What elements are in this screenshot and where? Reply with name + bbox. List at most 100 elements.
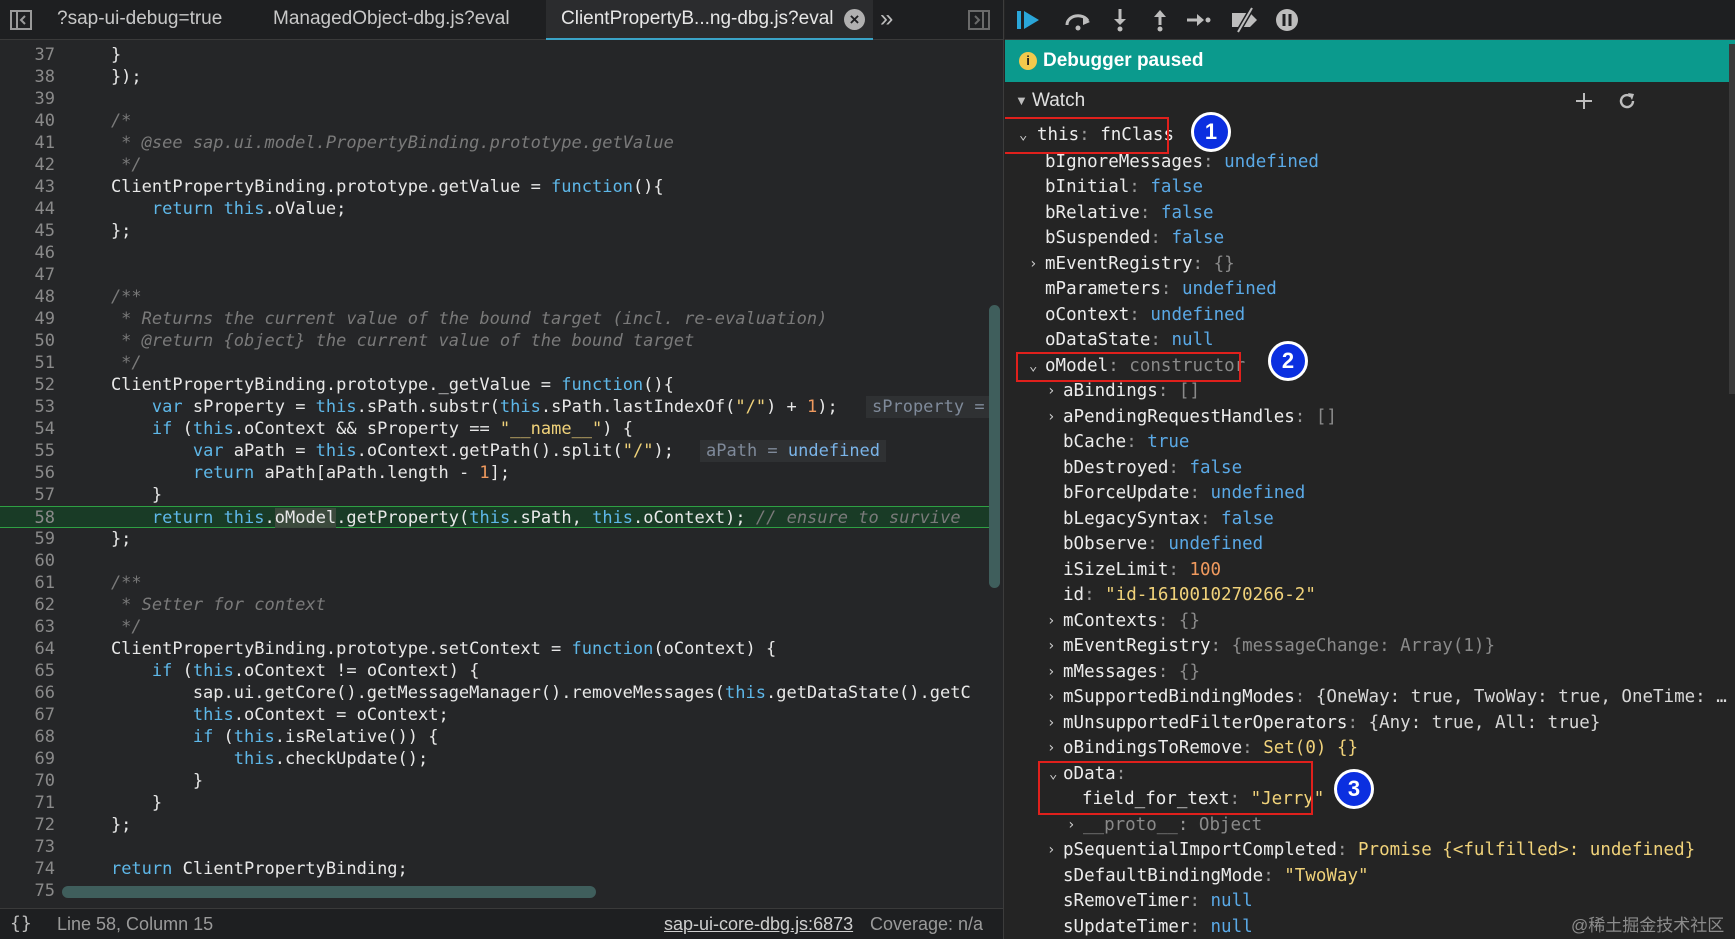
tab-label: ManagedObject-dbg.js?eval: [273, 8, 510, 29]
code-line: 65 if (this.oContext != oContext) {: [34, 661, 480, 681]
debugger-toolbar: [1005, 0, 1735, 40]
debugger-sidebar: i Debugger paused ▼ Watch ⌄ this: fnClas…: [1005, 0, 1735, 939]
editor-tab-bar: ?sap-ui-debug=true ManagedObject-dbg.js?…: [0, 0, 1003, 40]
tree-row[interactable]: oContext: undefined: [1045, 303, 1245, 328]
expand-icon: ›: [1047, 689, 1056, 705]
tree-row[interactable]: sDefaultBindingMode: "TwoWay": [1063, 864, 1369, 889]
tree-row[interactable]: bObserve: undefined: [1063, 532, 1263, 557]
expand-icon: ›: [1047, 740, 1056, 756]
code-line: 72 };: [34, 815, 132, 835]
refresh-icon[interactable]: [1617, 91, 1637, 111]
code-line: 73: [34, 837, 55, 857]
code-line: 44 return this.oValue;: [34, 199, 347, 219]
tree-row[interactable]: bCache: true: [1063, 430, 1189, 455]
tree-row[interactable]: mParameters: undefined: [1045, 277, 1277, 302]
editor-status-bar: {} Line 58, Column 15 sap-ui-core-dbg.js…: [0, 908, 1003, 939]
code-line: 68 if (this.isRelative()) {: [34, 727, 439, 747]
annotation-badge-1: 1: [1191, 112, 1231, 152]
inline-value-name: aPath =: [706, 441, 778, 461]
tree-row[interactable]: iSizeLimit: 100: [1063, 558, 1221, 583]
code-line: 50 * @return {object} the current value …: [34, 331, 695, 351]
tree-row[interactable]: sUpdateTimer: null: [1063, 915, 1253, 939]
code-line: 48 /**: [34, 287, 142, 307]
tree-row[interactable]: bLegacySyntax: false: [1063, 507, 1274, 532]
tab-managed-object[interactable]: ManagedObject-dbg.js?eval: [265, 0, 535, 40]
toggle-debugger-sidebar-icon[interactable]: [968, 10, 990, 30]
horizontal-scrollbar[interactable]: [62, 886, 596, 898]
annotation-box-2: [1016, 352, 1241, 382]
tree-row[interactable]: bSuspended: false: [1045, 226, 1224, 251]
watch-label: Watch: [1032, 90, 1086, 111]
tab-client-property-binding[interactable]: ClientPropertyB...ng-dbg.js?eval ×: [546, 0, 873, 40]
annotation-box-3: [1038, 761, 1313, 815]
collapse-icon: ▼: [1015, 93, 1028, 108]
tab-label: ?sap-ui-debug=true: [57, 8, 223, 29]
step-over-icon[interactable]: [1063, 9, 1093, 31]
code-line: 67 this.oContext = oContext;: [34, 705, 449, 725]
step-into-icon[interactable]: [1111, 8, 1129, 32]
tree-row[interactable]: sRemoveTimer: null: [1063, 889, 1253, 914]
code-line: 63 */: [34, 617, 142, 637]
code-line: 39: [34, 89, 55, 109]
code-line: 59 };: [34, 529, 132, 549]
expand-icon: ›: [1047, 613, 1056, 629]
expand-icon: ›: [1047, 664, 1056, 680]
annotation-box-1: [1005, 117, 1169, 154]
code-line: 52 ClientPropertyBinding.prototype._getV…: [34, 375, 674, 395]
paused-label: Debugger paused: [1043, 50, 1204, 71]
devtools-window: ?sap-ui-debug=true ManagedObject-dbg.js?…: [0, 0, 1735, 939]
code-line: 47: [34, 265, 55, 285]
inline-value-apath: aPath = undefined: [700, 440, 887, 462]
expand-icon: ›: [1047, 383, 1056, 399]
tree-row[interactable]: bDestroyed: false: [1063, 456, 1242, 481]
vertical-scrollbar[interactable]: [989, 305, 1000, 588]
code-line: 64 ClientPropertyBinding.prototype.setCo…: [34, 639, 777, 659]
code-line: 38 });: [34, 67, 142, 87]
info-icon: i: [1019, 52, 1037, 70]
tree-row[interactable]: bForceUpdate: undefined: [1063, 481, 1305, 506]
code-line: 57 }: [34, 485, 163, 505]
annotation-badge-3: 3: [1334, 769, 1374, 809]
code-line: 42 */: [34, 155, 142, 175]
step-out-icon[interactable]: [1151, 8, 1169, 32]
expand-icon: ›: [1047, 715, 1056, 731]
code-line: 70 }: [34, 771, 204, 791]
source-link[interactable]: sap-ui-core-dbg.js:6873: [664, 909, 853, 939]
inline-value-sproperty: sProperty =: [866, 396, 991, 418]
more-tabs-icon[interactable]: »: [880, 0, 910, 40]
add-watch-icon[interactable]: [1575, 92, 1593, 110]
coverage-status: Coverage: n/a: [870, 914, 984, 934]
tab-sap-ui-debug[interactable]: ?sap-ui-debug=true: [55, 0, 245, 40]
watch-section-header[interactable]: ▼ Watch: [1005, 86, 1735, 116]
resume-icon[interactable]: [1015, 8, 1043, 32]
code-view[interactable]: 37 } 38 }); 39 40 /* 41 * @see sap.ui.mo…: [0, 44, 1003, 896]
code-line: 51 */: [34, 353, 142, 373]
pretty-print-icon[interactable]: {}: [10, 909, 32, 939]
code-line: 46: [34, 243, 55, 263]
code-line: 43 ClientPropertyBinding.prototype.getVa…: [34, 177, 664, 197]
debugger-paused-banner: i Debugger paused: [1005, 40, 1735, 82]
current-execution-line: 58 return this.oModel.getProperty(this.s…: [0, 506, 990, 528]
code-line: 54 if (this.oContext && sProperty == "__…: [34, 419, 633, 439]
tree-row[interactable]: bRelative: false: [1045, 201, 1214, 226]
sidebar-scrollbar[interactable]: [1729, 44, 1735, 394]
expand-icon: ›: [1047, 842, 1056, 858]
code-line: 60: [34, 551, 55, 571]
tree-row[interactable]: id: "id-1610010270266-2": [1063, 583, 1316, 608]
cursor-position: Line 58, Column 15: [57, 914, 214, 934]
code-line: 41 * @see sap.ui.model.PropertyBinding.p…: [34, 133, 674, 153]
step-icon[interactable]: [1185, 10, 1211, 30]
deactivate-breakpoints-icon[interactable]: [1230, 7, 1260, 33]
toggle-navigator-icon[interactable]: [10, 10, 32, 30]
close-tab-icon[interactable]: ×: [844, 9, 865, 30]
tree-row[interactable]: oDataState: null: [1045, 328, 1214, 353]
code-line: 62 * Setter for context: [34, 595, 326, 615]
tree-row[interactable]: bInitial: false: [1045, 175, 1203, 200]
annotation-badge-2: 2: [1268, 341, 1308, 381]
code-line: 56 return aPath[aPath.length - 1];: [34, 463, 511, 483]
code-line: 40 /*: [34, 111, 132, 131]
code-line: 49 * Returns the current value of the bo…: [34, 309, 828, 329]
code-line: 74 return ClientPropertyBinding;: [34, 859, 408, 879]
code-line: 37 }: [34, 45, 122, 65]
pause-on-exceptions-icon[interactable]: [1275, 8, 1299, 32]
